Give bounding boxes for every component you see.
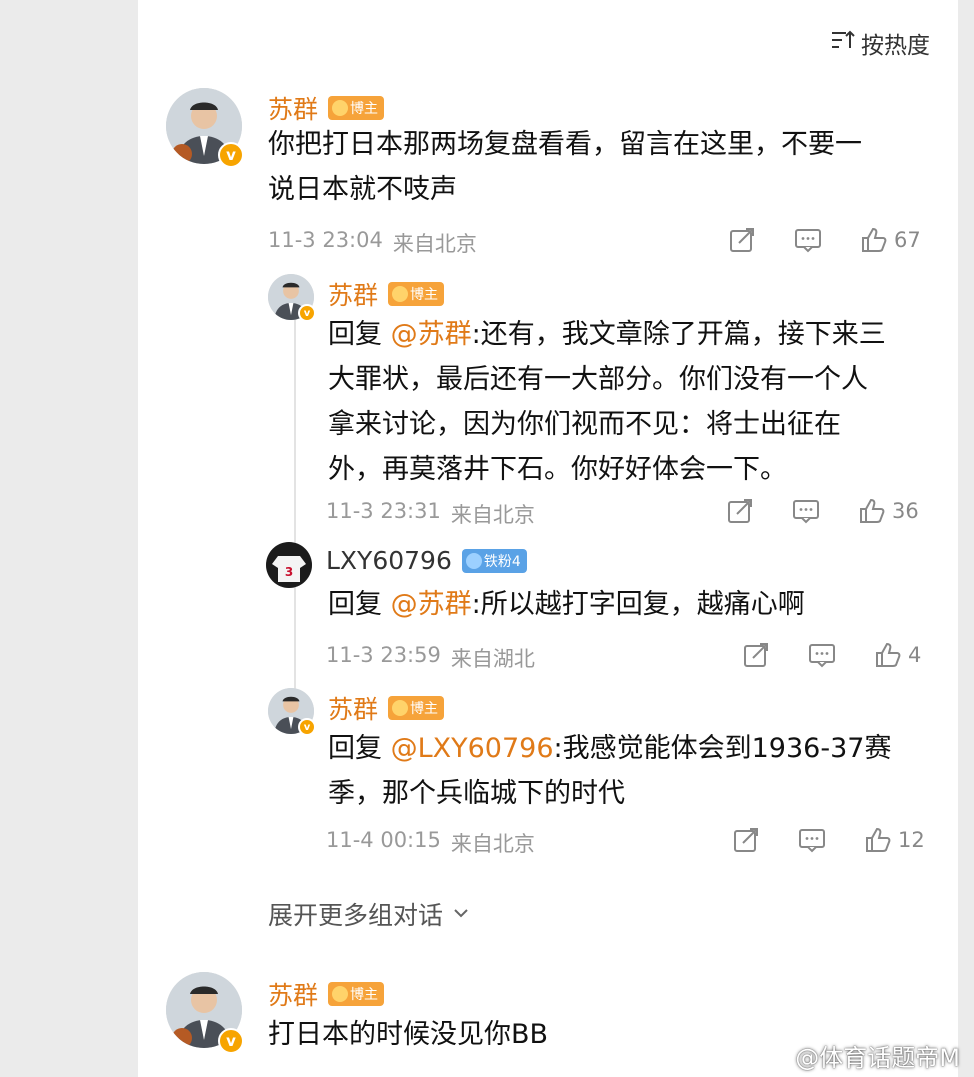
fan-badge: 铁粉4	[461, 548, 527, 573]
comment-text: 你把打日本那两场复盘看看，留言在这里，不要一 说日本就不吱声	[268, 129, 862, 205]
share-icon[interactable]	[726, 497, 754, 525]
comment-icon[interactable]	[808, 641, 836, 669]
like-button[interactable]: 36	[858, 497, 919, 525]
sort-by-hot-button[interactable]: 按热度	[829, 26, 930, 60]
crown-icon	[332, 986, 349, 1002]
reply-text: 回复 @苏群:还有，我文章除了开篇，接下来三 大罪状，最后还有一大部分。你们没有…	[328, 319, 886, 485]
like-count: 4	[908, 643, 922, 667]
share-icon[interactable]	[732, 826, 760, 854]
crown-icon	[332, 100, 349, 116]
thumbs-up-icon	[860, 226, 888, 254]
author-badge: 博主	[388, 282, 445, 306]
sort-icon	[829, 27, 855, 59]
expand-more-replies-button[interactable]: 展开更多组对话	[268, 896, 471, 932]
like-count: 36	[892, 499, 919, 523]
reply-time: 11-4 00:15	[326, 828, 441, 852]
avatar[interactable]: 3	[266, 542, 312, 588]
sort-label: 按热度	[861, 33, 930, 59]
reply-time: 11-3 23:59	[326, 643, 441, 667]
reply-author-name[interactable]: LXY60796	[326, 546, 452, 575]
reply-text: 回复 @LXY60796:我感觉能体会到1936-37赛 季，那个兵临城下的时代	[328, 733, 892, 809]
crown-icon	[392, 700, 409, 716]
author-badge: 博主	[328, 96, 385, 120]
chevron-down-icon	[451, 900, 471, 929]
commenter-name[interactable]: 苏群	[268, 976, 318, 1012]
reply-location: 来自北京	[450, 832, 535, 856]
thumbs-up-icon	[858, 497, 886, 525]
thumbs-up-icon	[864, 826, 892, 854]
author-badge: 博主	[388, 696, 445, 720]
expand-label: 展开更多组对话	[268, 901, 444, 930]
comment-time: 11-3 23:04	[268, 228, 383, 252]
svg-text:3: 3	[285, 565, 293, 579]
like-count: 12	[898, 828, 925, 852]
reply-author-name[interactable]: 苏群	[328, 690, 378, 726]
reply-text: 回复 @苏群:所以越打字回复，越痛心啊	[328, 589, 805, 620]
like-count: 67	[894, 228, 921, 252]
comment-icon[interactable]	[792, 497, 820, 525]
watermark: @体育话题帝M	[759, 1038, 960, 1073]
mention-link[interactable]: @LXY60796	[391, 733, 554, 764]
verified-icon: v	[298, 718, 316, 736]
reply-time: 11-3 23:31	[326, 499, 441, 523]
mention-link[interactable]: @苏群	[391, 589, 472, 620]
verified-icon: v	[218, 1028, 244, 1054]
comment-location: 来自北京	[392, 232, 477, 256]
verified-icon: v	[218, 142, 244, 168]
thread-line	[294, 320, 296, 700]
comment-icon[interactable]	[794, 226, 822, 254]
commenter-name[interactable]: 苏群	[268, 90, 318, 126]
reply-location: 来自北京	[450, 503, 535, 527]
comment-icon[interactable]	[798, 826, 826, 854]
share-icon[interactable]	[742, 641, 770, 669]
author-badge: 博主	[328, 982, 385, 1006]
thumbs-up-icon	[874, 641, 902, 669]
like-button[interactable]: 12	[864, 826, 925, 854]
mention-link[interactable]: @苏群	[391, 319, 472, 350]
verified-icon: v	[298, 304, 316, 322]
like-button[interactable]: 67	[860, 226, 921, 254]
like-button[interactable]: 4	[874, 641, 921, 669]
crown-icon	[392, 286, 409, 302]
reply-location: 来自湖北	[450, 647, 535, 671]
weibo-logo-icon	[759, 1041, 789, 1071]
reply-author-name[interactable]: 苏群	[328, 276, 378, 312]
diamond-icon	[465, 552, 482, 569]
share-icon[interactable]	[728, 226, 756, 254]
